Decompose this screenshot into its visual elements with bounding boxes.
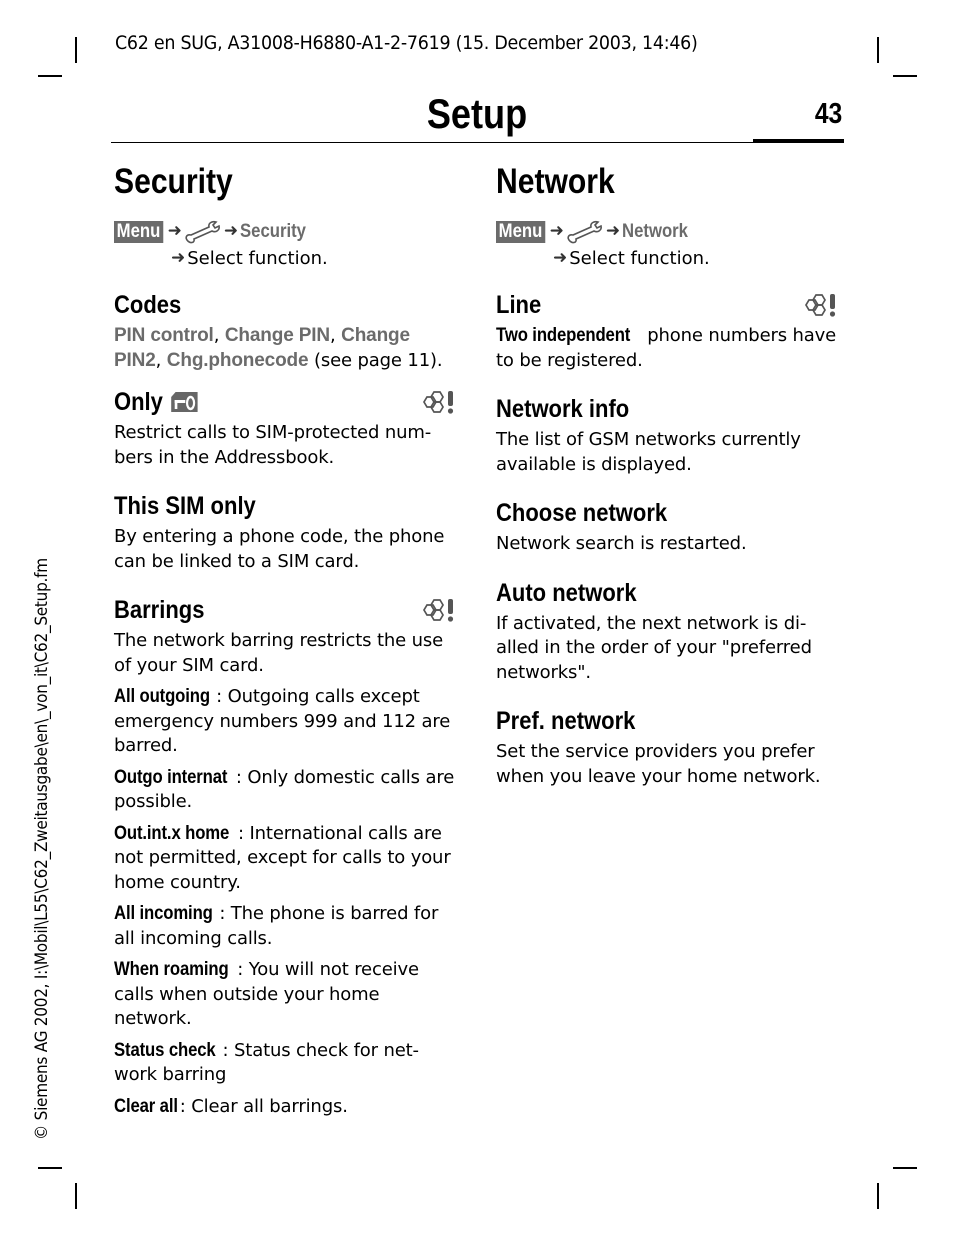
section-heading-network: Network [496, 162, 615, 201]
item-title: Network info [496, 395, 630, 423]
crop-mark [75, 1183, 77, 1209]
barring-option: Out.int.x home: International calls are … [114, 822, 451, 893]
crop-mark [893, 75, 917, 77]
barring-option: Outgo internat: Only domestic calls are … [114, 766, 455, 813]
network-dependent-icon [805, 294, 836, 317]
barring-option: When roaming: You will not receive calls… [114, 959, 419, 1029]
function-name: Change PIN [224, 325, 330, 346]
crop-mark [877, 1183, 879, 1209]
item-body: Two independent phone numbers have to be… [496, 325, 837, 371]
item-body: By entering a phone code, the phone can … [114, 526, 445, 572]
side-note: © Siemens AG 2002, I:\Mobil\L55\C62_Zwei… [32, 558, 52, 1140]
crop-mark [38, 1167, 62, 1169]
item-body: Restrict calls to SIM-protected num-bers… [114, 422, 432, 468]
item-body: Network search is restarted. [496, 533, 747, 554]
arrow-right-icon: ➜ [167, 221, 182, 241]
crop-mark [75, 37, 77, 63]
item-body: The list of GSM networks currently avail… [496, 429, 801, 475]
item-auto-network: Auto network If activated, the next netw… [496, 578, 841, 686]
item-title: Line [496, 291, 542, 319]
item-network-info: Network info The list of GSM networks cu… [496, 394, 841, 477]
security-column: Security Menu ➜ ➜ Security ➜ Select func… [114, 160, 459, 1126]
barring-option: Status check: Status check for net-work … [114, 1039, 419, 1086]
item-title: Only [114, 387, 198, 417]
option-term: Outgo internat [114, 766, 228, 788]
item-body: Set the service providers you prefer whe… [496, 741, 821, 787]
wrench-icon [185, 220, 220, 243]
item-this-sim-only: This SIM only By entering a phone code, … [114, 491, 459, 574]
barring-option: All incoming: The phone is barred for al… [114, 903, 439, 949]
path-instruction: Select function. [187, 248, 328, 269]
menu-softkey: Menu [496, 220, 545, 243]
item-title: Pref. network [496, 707, 636, 735]
barrings-intro: The network barring restricts the use of… [114, 630, 444, 676]
arrow-right-icon: ➜ [605, 221, 621, 241]
page-title: Setup [426, 90, 528, 137]
arrow-right-icon: ➜ [553, 248, 568, 268]
option-term: When roaming [114, 959, 229, 980]
path-instruction: Select function. [569, 248, 710, 269]
function-name: Chg.phonecode [166, 349, 309, 371]
option-term: All incoming [114, 903, 213, 924]
item-pref-network: Pref. network Set the service providers … [496, 706, 841, 789]
option-term: Status check [114, 1039, 216, 1061]
item-only: Only Restrict calls to SIM-protected num… [114, 387, 459, 470]
path-target: Security [240, 221, 307, 242]
lead-term: Two independent [496, 325, 631, 346]
item-title: This SIM only [114, 492, 256, 520]
menu-path-network: Menu ➜ ➜ Network ➜ Select function. [496, 218, 841, 272]
option-term: Clear all [114, 1095, 178, 1117]
option-term: All outgoing [114, 686, 210, 707]
item-body: PIN control, Change PIN, Change PIN2, Ch… [114, 325, 443, 371]
document-header: C62 en SUG, A31008-H6880-A1-2-7619 (15. … [115, 32, 698, 54]
arrow-right-icon: ➜ [549, 221, 564, 241]
arrow-right-icon: ➜ [171, 248, 186, 268]
network-dependent-icon [423, 391, 454, 414]
barring-option: Clear all: Clear all barrings. [114, 1095, 459, 1120]
section-heading-security: Security [114, 162, 233, 201]
item-codes: Codes PIN control, Change PIN, Change PI… [114, 290, 459, 373]
title-rule [111, 142, 844, 143]
crop-mark [877, 37, 879, 63]
crop-mark [38, 75, 62, 77]
item-body: If activated, the next network is di-all… [496, 612, 812, 683]
item-title: Barrings [114, 596, 205, 624]
network-column: Network Menu ➜ ➜ Network ➜ Select functi… [496, 160, 841, 789]
arrow-right-icon: ➜ [223, 221, 239, 241]
page-number: 43 [814, 98, 842, 130]
item-title: Auto network [496, 578, 637, 607]
item-choose-network: Choose network Network search is restart… [496, 498, 841, 557]
item-body: The network barring restricts the use of… [114, 629, 459, 1119]
menu-softkey: Menu [114, 220, 163, 243]
wrench-icon [567, 220, 602, 243]
option-term: Out.int.x home [114, 822, 230, 844]
network-dependent-icon [423, 599, 454, 622]
item-line: Line Two independent phone numbers have … [496, 290, 841, 373]
barring-option: All outgoing: Outgoing calls except emer… [114, 686, 451, 756]
sim-key-icon [170, 392, 198, 412]
path-target: Network [622, 221, 689, 242]
page-number-bar [753, 139, 844, 143]
menu-path-security: Menu ➜ ➜ Security ➜ Select function. [114, 218, 459, 272]
item-title: Codes [114, 291, 182, 319]
item-title: Choose network [496, 499, 668, 527]
crop-mark [893, 1167, 917, 1169]
item-barrings: Barrings The network barring restricts t… [114, 595, 459, 1119]
function-name: PIN control [114, 325, 214, 346]
